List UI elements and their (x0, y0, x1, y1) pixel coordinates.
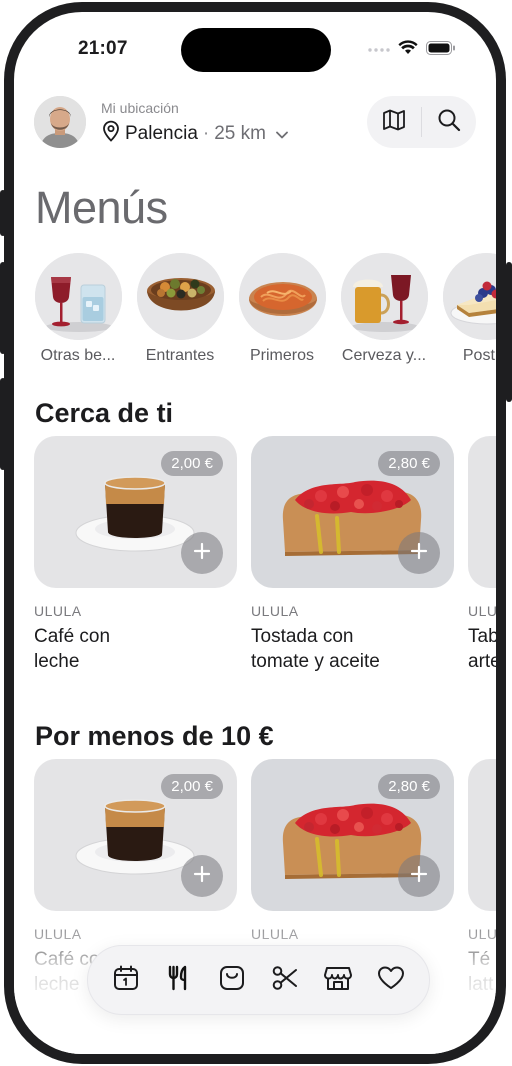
price-badge: 2,00 € (161, 774, 223, 799)
location-distance: 25 km (214, 123, 266, 144)
add-to-cart-button[interactable] (181, 532, 223, 574)
tab-favorites[interactable] (371, 960, 411, 1000)
product-card[interactable]: ULUL Té c latt (468, 759, 496, 997)
location-header: Mi ubicación Palencia · 25 km (34, 96, 476, 148)
product-brand: ULULA (251, 603, 299, 619)
tab-bag[interactable] (212, 960, 252, 1000)
location-separator: · (202, 123, 210, 144)
product-card[interactable]: 2,00 € ULULA Café con leche (34, 436, 237, 674)
plus-icon (410, 542, 428, 565)
product-image (468, 759, 496, 911)
plus-icon (193, 542, 211, 565)
device-frame: 21:07 Mi ubicación Palencia · 25 km Menú… (4, 2, 506, 1064)
bag-icon (218, 964, 246, 997)
product-name-line: Café con (34, 626, 111, 647)
avatar[interactable] (34, 96, 86, 148)
bottom-tabbar (87, 945, 430, 1015)
section-title-near: Cerca de ti (35, 398, 174, 428)
status-time: 21:07 (78, 38, 128, 59)
store-icon (323, 964, 353, 997)
location-city: Palencia (125, 123, 198, 144)
plus-icon (193, 865, 211, 888)
heart-icon (376, 964, 406, 997)
product-name-line: tomate y aceite (251, 651, 380, 672)
product-name-line: latt (468, 974, 494, 995)
product-brand: ULULA (34, 926, 82, 942)
product-name-line: arte (468, 651, 496, 672)
product-name-line: Tostada con (251, 626, 354, 647)
category-rail: Otras be... Entrantes Primeros Cerveza y… (34, 253, 496, 365)
category-item[interactable]: Primeros (238, 253, 326, 365)
coffee-image: 2,00 € (34, 759, 237, 911)
product-brand: ULULA (34, 603, 82, 619)
category-item[interactable]: Cerveza y... (340, 253, 428, 365)
olives-bowl-icon (136, 253, 224, 340)
spaghetti-icon (238, 253, 326, 340)
location-pin-icon (101, 120, 121, 148)
header-actions (367, 96, 476, 148)
product-name: Té c latt (468, 947, 496, 997)
product-name-line: leche (34, 651, 80, 672)
product-brand: ULUL (468, 926, 496, 942)
product-name: Café con leche (34, 624, 237, 674)
price-badge: 2,80 € (378, 774, 440, 799)
add-to-cart-button[interactable] (181, 855, 223, 897)
location-selector[interactable]: Palencia · 25 km (101, 120, 288, 148)
scissors-icon (271, 964, 299, 997)
status-icons (368, 40, 456, 60)
price-badge: 2,00 € (161, 451, 223, 476)
coffee-image: 2,00 € (34, 436, 237, 588)
battery-icon (426, 40, 456, 60)
tomato-toast-image: 2,80 € (251, 436, 454, 588)
power-button (506, 262, 512, 402)
product-card[interactable]: 2,80 € ULULA Tostada con tomate y aceite (251, 436, 454, 674)
product-name: Tab arte (468, 624, 496, 674)
app-screen: 21:07 Mi ubicación Palencia · 25 km Menú… (14, 12, 496, 1054)
category-label: Entrantes (145, 347, 215, 364)
add-to-cart-button[interactable] (398, 532, 440, 574)
section-title-cheap: Por menos de 10 € (35, 721, 274, 751)
category-item[interactable]: Postre (442, 253, 496, 365)
add-to-cart-button[interactable] (398, 855, 440, 897)
product-name: Tostada con tomate y aceite (251, 624, 454, 674)
cutlery-icon (165, 964, 193, 997)
category-item[interactable]: Entrantes (136, 253, 224, 365)
category-label: Primeros (249, 347, 314, 364)
chevron-down-icon (276, 123, 288, 145)
tab-calendar[interactable] (106, 960, 146, 1000)
tab-services[interactable] (265, 960, 305, 1000)
plus-icon (410, 865, 428, 888)
category-label: Otras be... (40, 347, 116, 364)
product-image (468, 436, 496, 588)
product-card[interactable]: ULULA Tab arte (468, 436, 496, 674)
product-brand: ULULA (251, 926, 299, 942)
wifi-icon (398, 40, 418, 60)
search-button[interactable] (422, 96, 476, 148)
product-brand: ULULA (468, 603, 496, 619)
location-caption: Mi ubicación (101, 100, 179, 116)
price-badge: 2,80 € (378, 451, 440, 476)
beer-wine-icon (340, 253, 428, 340)
tab-menus[interactable] (159, 960, 199, 1000)
category-label: Postre (462, 347, 496, 364)
search-icon (437, 108, 461, 137)
product-name-line: Tab (468, 626, 496, 647)
map-button[interactable] (367, 96, 421, 148)
cheesecake-icon (442, 253, 496, 340)
tomato-toast-image: 2,80 € (251, 759, 454, 911)
tab-stores[interactable] (318, 960, 358, 1000)
product-name-line: Té c (468, 949, 496, 970)
dynamic-island (181, 28, 331, 72)
calendar-icon (112, 964, 140, 997)
near-products-rail: 2,00 € ULULA Café con leche 2,80 € ULULA… (34, 436, 496, 674)
page-title: Menús (35, 182, 168, 233)
map-icon (382, 109, 406, 136)
category-item[interactable]: Otras be... (34, 253, 122, 365)
category-label: Cerveza y... (341, 347, 427, 364)
signal-icon (368, 41, 390, 59)
drinks-icon (34, 253, 122, 340)
